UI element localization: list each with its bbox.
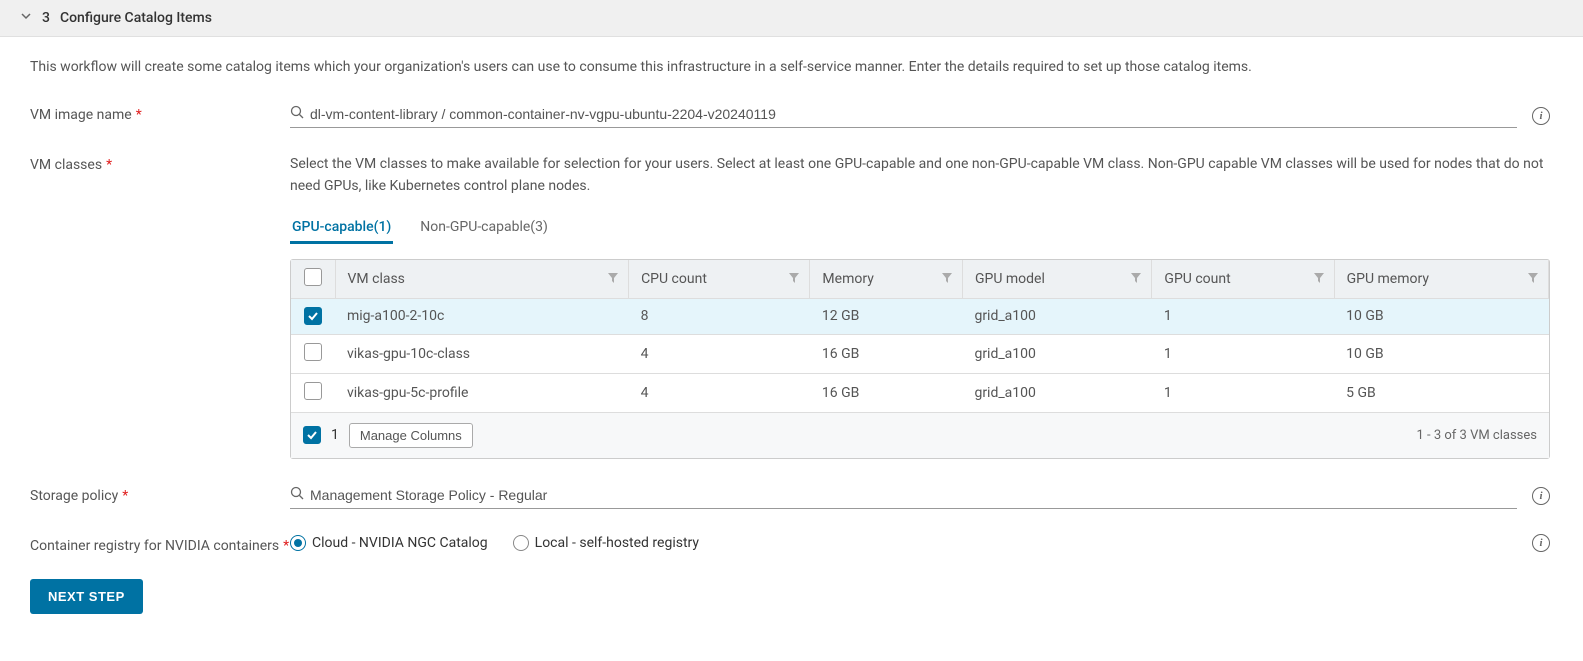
tab-non-gpu-capable-3-[interactable]: Non-GPU-capable(3) — [418, 213, 550, 244]
vm-image-input-wrapper[interactable] — [290, 103, 1517, 128]
search-icon — [290, 486, 304, 504]
table-row[interactable]: vikas-gpu-5c-profile416 GBgrid_a10015 GB — [291, 373, 1549, 412]
cell: grid_a100 — [962, 298, 1151, 334]
filter-icon[interactable] — [1528, 271, 1538, 287]
table-row[interactable]: vikas-gpu-10c-class416 GBgrid_a100110 GB — [291, 334, 1549, 373]
filter-icon[interactable] — [942, 271, 952, 287]
filter-icon[interactable] — [1314, 271, 1324, 287]
cell: 5 GB — [1334, 373, 1548, 412]
info-icon[interactable]: i — [1532, 107, 1550, 125]
cell: 1 — [1152, 298, 1334, 334]
col-gpu-memory[interactable]: GPU memory — [1334, 260, 1548, 299]
section-number: 3 — [42, 10, 50, 26]
filter-icon[interactable] — [608, 271, 618, 287]
next-step-button[interactable]: NEXT STEP — [30, 579, 143, 614]
cell: 4 — [629, 334, 810, 373]
radio-label: Cloud - NVIDIA NGC Catalog — [312, 535, 488, 551]
section-header[interactable]: 3 Configure Catalog Items — [0, 0, 1583, 37]
section-title: Configure Catalog Items — [60, 10, 212, 26]
cell: 10 GB — [1334, 334, 1548, 373]
filter-icon[interactable] — [1131, 271, 1141, 287]
selected-count: 1 — [331, 427, 339, 443]
col-memory[interactable]: Memory — [810, 260, 963, 299]
cell: grid_a100 — [962, 334, 1151, 373]
storage-policy-input[interactable] — [310, 487, 1517, 503]
col-gpu-count[interactable]: GPU count — [1152, 260, 1334, 299]
cell: 1 — [1152, 373, 1334, 412]
col-gpu-model[interactable]: GPU model — [962, 260, 1151, 299]
table-row[interactable]: mig-a100-2-10c812 GBgrid_a100110 GB — [291, 298, 1549, 334]
cell: 16 GB — [810, 373, 963, 412]
selected-count-checkbox[interactable] — [303, 426, 321, 444]
pagination-text: 1 - 3 of 3 VM classes — [1417, 428, 1537, 443]
cell: mig-a100-2-10c — [335, 298, 629, 334]
cell: 1 — [1152, 334, 1334, 373]
workflow-description: This workflow will create some catalog i… — [30, 57, 1553, 78]
cell: grid_a100 — [962, 373, 1151, 412]
col-vm-class[interactable]: VM class — [335, 260, 629, 299]
radio-icon — [513, 535, 529, 551]
row-checkbox[interactable] — [304, 343, 322, 361]
row-checkbox[interactable] — [304, 307, 322, 325]
cell: vikas-gpu-10c-class — [335, 334, 629, 373]
info-icon[interactable]: i — [1532, 487, 1550, 505]
vm-classes-label: VM classes* — [30, 153, 290, 173]
search-icon — [290, 105, 304, 123]
storage-policy-label: Storage policy* — [30, 484, 290, 504]
vm-image-label: VM image name* — [30, 103, 290, 123]
tab-gpu-capable-1-[interactable]: GPU-capable(1) — [290, 213, 393, 244]
cell: 10 GB — [1334, 298, 1548, 334]
radio-label: Local - self-hosted registry — [535, 535, 699, 551]
cell: 8 — [629, 298, 810, 334]
chevron-down-icon — [20, 10, 32, 26]
radio-cloud-nvidia-ngc-catalog[interactable]: Cloud - NVIDIA NGC Catalog — [290, 535, 488, 551]
cell: vikas-gpu-5c-profile — [335, 373, 629, 412]
radio-icon — [290, 535, 306, 551]
select-all-checkbox[interactable] — [304, 268, 322, 286]
radio-local-self-hosted-registry[interactable]: Local - self-hosted registry — [513, 535, 699, 551]
cell: 16 GB — [810, 334, 963, 373]
row-checkbox[interactable] — [304, 382, 322, 400]
cell: 4 — [629, 373, 810, 412]
manage-columns-button[interactable]: Manage Columns — [349, 423, 473, 448]
storage-policy-input-wrapper[interactable] — [290, 484, 1517, 509]
col-cpu-count[interactable]: CPU count — [629, 260, 810, 299]
cell: 12 GB — [810, 298, 963, 334]
vm-class-tabs: GPU-capable(1) Non-GPU-capable(3) — [290, 213, 1550, 244]
info-icon[interactable]: i — [1532, 534, 1550, 552]
vm-classes-helper: Select the VM classes to make available … — [290, 153, 1550, 198]
filter-icon[interactable] — [789, 271, 799, 287]
container-registry-label: Container registry for NVIDIA containers… — [30, 534, 290, 554]
vm-image-input[interactable] — [310, 106, 1517, 122]
